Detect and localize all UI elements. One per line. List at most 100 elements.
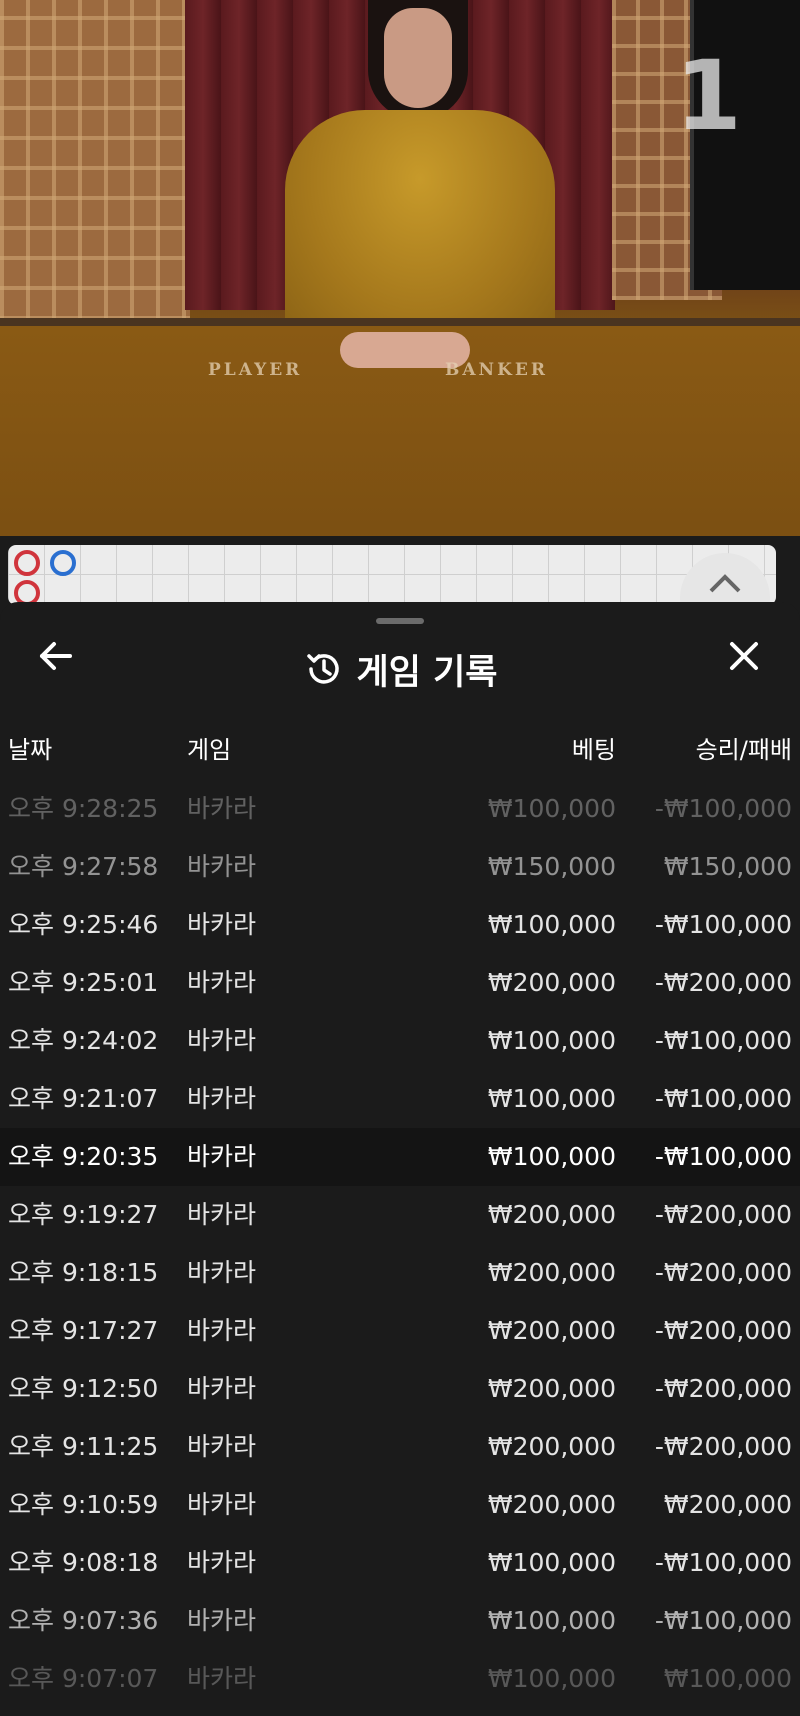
table-row[interactable]: 오후 9:28:25 바카라 ₩100,000 -₩100,000	[0, 780, 800, 838]
row-result: -₩100,000	[654, 1548, 792, 1577]
table-row[interactable]: 오후 9:24:02 바카라 ₩100,000 -₩100,000	[0, 1012, 800, 1070]
row-bet: ₩100,000	[487, 1606, 616, 1635]
row-result: -₩200,000	[654, 1316, 792, 1345]
row-game: 바카라	[187, 1432, 257, 1461]
row-date: 오후 9:07:36	[8, 1606, 159, 1635]
row-game: 바카라	[187, 1258, 257, 1287]
row-result: -₩200,000	[654, 1258, 792, 1287]
table-row[interactable]: 오후 9:18:15 바카라 ₩200,000 -₩200,000	[0, 1244, 800, 1302]
round-number: 1	[675, 40, 742, 152]
drag-handle[interactable]	[376, 618, 424, 624]
table-row[interactable]: 오후 9:07:36 바카라 ₩100,000 -₩100,000	[0, 1592, 800, 1650]
dealer-face	[384, 8, 452, 108]
row-game: 바카라	[187, 1664, 257, 1693]
table-row[interactable]: 오후 9:25:01 바카라 ₩200,000 -₩200,000	[0, 954, 800, 1012]
row-bet: ₩200,000	[487, 1432, 616, 1461]
row-bet: ₩200,000	[487, 1316, 616, 1345]
row-result: ₩150,000	[663, 852, 792, 881]
row-result: -₩200,000	[654, 1432, 792, 1461]
row-date: 오후 9:08:18	[8, 1548, 159, 1577]
table-row[interactable]: 오후 9:25:46 바카라 ₩100,000 -₩100,000	[0, 896, 800, 954]
row-result: -₩100,000	[654, 910, 792, 939]
row-bet: ₩100,000	[487, 1026, 616, 1055]
row-result: -₩100,000	[654, 1026, 792, 1055]
table-row[interactable]: 오후 9:10:59 바카라 ₩200,000 ₩200,000	[0, 1476, 800, 1534]
row-date: 오후 9:07:07	[8, 1664, 159, 1693]
table-row[interactable]: 오후 9:19:27 바카라 ₩200,000 -₩200,000	[0, 1186, 800, 1244]
row-bet: ₩100,000	[487, 1548, 616, 1577]
column-game: 게임	[187, 736, 232, 764]
row-game: 바카라	[187, 852, 257, 881]
row-bet: ₩200,000	[487, 1490, 616, 1519]
row-result: -₩100,000	[654, 1606, 792, 1635]
sheet-header: 게임 기록	[0, 632, 800, 706]
row-date: 오후 9:10:59	[8, 1490, 159, 1519]
row-game: 바카라	[187, 1490, 257, 1519]
row-game: 바카라	[187, 1316, 257, 1345]
row-bet: ₩100,000	[487, 1142, 616, 1171]
row-game: 바카라	[187, 1142, 257, 1171]
sheet-title: 게임 기록	[356, 652, 498, 693]
chevron-up-icon	[709, 574, 741, 593]
dealer-body	[285, 110, 555, 340]
row-bet: ₩100,000	[487, 1664, 616, 1693]
table-row[interactable]: 오후 9:27:58 바카라 ₩150,000 ₩150,000	[0, 838, 800, 896]
row-game: 바카라	[187, 1374, 257, 1403]
row-result: ₩200,000	[663, 1490, 792, 1519]
table-row[interactable]: 오후 9:07:07 바카라 ₩100,000 ₩100,000	[0, 1650, 800, 1708]
row-game: 바카라	[187, 968, 257, 997]
row-date: 오후 9:25:01	[8, 968, 159, 997]
row-game: 바카라	[187, 910, 257, 939]
row-game: 바카라	[187, 1200, 257, 1229]
row-result: -₩200,000	[654, 1374, 792, 1403]
table-row[interactable]: 오후 9:17:27 바카라 ₩200,000 -₩200,000	[0, 1302, 800, 1360]
table-row[interactable]: 오후 9:08:18 바카라 ₩100,000 -₩100,000	[0, 1534, 800, 1592]
table-row[interactable]: 오후 9:21:07 바카라 ₩100,000 -₩100,000	[0, 1070, 800, 1128]
history-list[interactable]: 오후 9:28:25 바카라 ₩100,000 -₩100,000 오후 9:27:58…	[0, 780, 800, 1708]
row-bet: ₩200,000	[487, 1200, 616, 1229]
bead-road	[8, 545, 776, 606]
row-bet: ₩200,000	[487, 1258, 616, 1287]
player-circle	[50, 550, 76, 576]
row-date: 오후 9:25:46	[8, 910, 159, 939]
row-bet: ₩200,000	[487, 1374, 616, 1403]
row-bet: ₩100,000	[487, 910, 616, 939]
row-bet: ₩100,000	[487, 1084, 616, 1113]
table-row[interactable]: 오후 9:11:25 바카라 ₩200,000 -₩200,000	[0, 1418, 800, 1476]
row-bet: ₩100,000	[487, 794, 616, 823]
row-date: 오후 9:20:35	[8, 1142, 159, 1171]
row-result: -₩200,000	[654, 1200, 792, 1229]
row-date: 오후 9:28:25	[8, 794, 159, 823]
close-icon	[730, 642, 758, 670]
row-date: 오후 9:17:27	[8, 1316, 159, 1345]
table-row[interactable]: 오후 9:20:35 바카라 ₩100,000 -₩100,000	[0, 1128, 800, 1186]
row-bet: ₩150,000	[487, 852, 616, 881]
row-result: -₩100,000	[654, 1142, 792, 1171]
table-header: 날짜 게임 베팅 승리/패배	[0, 730, 800, 770]
row-result: -₩200,000	[654, 968, 792, 997]
row-date: 오후 9:18:15	[8, 1258, 159, 1287]
column-bet: 베팅	[571, 736, 616, 764]
row-game: 바카라	[187, 1606, 257, 1635]
row-game: 바카라	[187, 794, 257, 823]
game-history-sheet: 게임 기록 날짜 게임 베팅 승리/패배 오후 9:28:25 바카라 ₩100,0…	[0, 602, 800, 1716]
row-bet: ₩200,000	[487, 968, 616, 997]
banker-label: BANKER	[445, 360, 548, 380]
row-date: 오후 9:21:07	[8, 1084, 159, 1113]
row-result: -₩100,000	[654, 794, 792, 823]
row-date: 오후 9:11:25	[8, 1432, 159, 1461]
row-result: ₩100,000	[663, 1664, 792, 1693]
banker-circle	[14, 550, 40, 576]
table-row[interactable]: 오후 9:12:50 바카라 ₩200,000 -₩200,000	[0, 1360, 800, 1418]
row-date: 오후 9:24:02	[8, 1026, 159, 1055]
row-result: -₩100,000	[654, 1084, 792, 1113]
player-label: PLAYER	[208, 360, 303, 380]
column-result: 승리/패배	[695, 736, 792, 764]
close-button[interactable]	[724, 636, 764, 676]
row-game: 바카라	[187, 1026, 257, 1055]
row-date: 오후 9:27:58	[8, 852, 159, 881]
row-game: 바카라	[187, 1548, 257, 1577]
lattice-screen-left	[0, 0, 190, 320]
history-icon	[306, 654, 339, 684]
column-date: 날짜	[8, 736, 53, 764]
